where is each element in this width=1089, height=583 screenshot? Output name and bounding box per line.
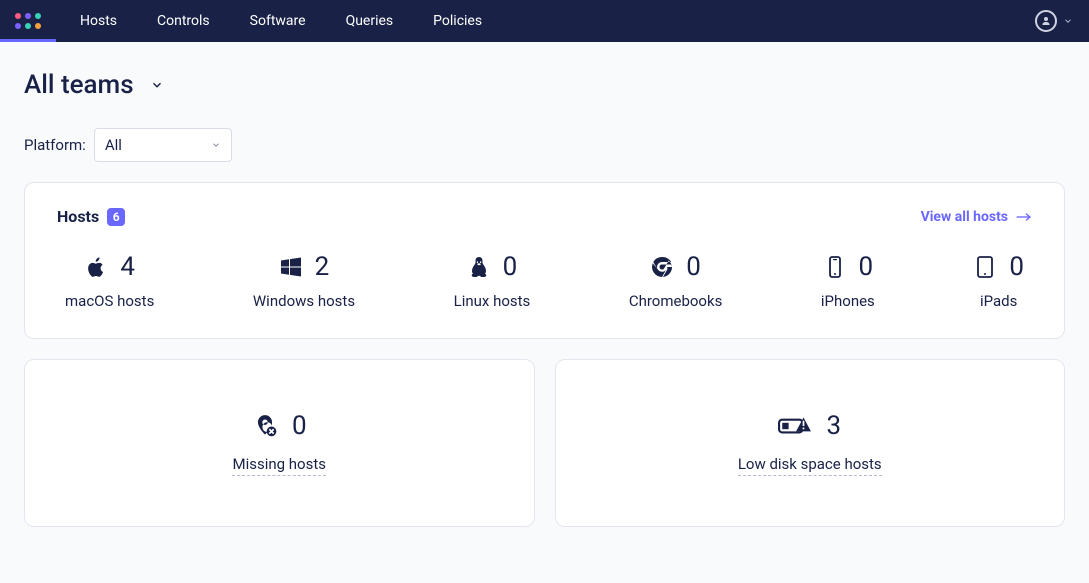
- top-nav: Hosts Controls Software Queries Policies: [0, 0, 1089, 42]
- missing-hosts-card[interactable]: 0 Missing hosts: [24, 359, 535, 527]
- low-disk-icon: [778, 413, 812, 439]
- platform-ipad[interactable]: 0 iPads: [973, 252, 1024, 310]
- platform-filter-label: Platform:: [24, 136, 86, 154]
- windows-icon: [279, 255, 303, 279]
- platform-filter-row: Platform: All: [24, 128, 1065, 162]
- hosts-card-title-wrap: Hosts 6: [57, 207, 125, 226]
- platform-chrome-count: 0: [686, 252, 701, 282]
- hosts-card-title: Hosts: [57, 207, 99, 226]
- platform-windows-count: 2: [315, 252, 330, 282]
- platform-iphone-count: 0: [859, 252, 874, 282]
- chevron-down-icon: [211, 140, 221, 150]
- missing-hosts-label: Missing hosts: [232, 455, 326, 476]
- hosts-card-header: Hosts 6 View all hosts: [57, 207, 1032, 226]
- platform-select-value: All: [105, 136, 122, 154]
- view-all-hosts-label: View all hosts: [921, 209, 1008, 225]
- logo-dot: [25, 23, 31, 29]
- linux-icon: [467, 255, 491, 279]
- platform-windows-label: Windows hosts: [253, 292, 355, 310]
- chevron-down-icon: [1063, 16, 1073, 26]
- platform-macos-label: macOS hosts: [65, 292, 154, 310]
- view-all-hosts-link[interactable]: View all hosts: [921, 209, 1032, 225]
- chrome-icon: [650, 255, 674, 279]
- platform-ipad-count: 0: [1009, 252, 1024, 282]
- platform-grid: 4 macOS hosts 2 Windows hosts: [57, 252, 1032, 310]
- team-selector[interactable]: All teams: [24, 70, 1065, 100]
- hosts-card: Hosts 6 View all hosts 4 macOS hosts: [24, 182, 1065, 339]
- low-disk-card[interactable]: 3 Low disk space hosts: [555, 359, 1066, 527]
- nav-software[interactable]: Software: [250, 13, 306, 29]
- page-title: All teams: [24, 70, 134, 100]
- nav-links: Hosts Controls Software Queries Policies: [56, 13, 1035, 29]
- logo-dot: [25, 13, 31, 19]
- platform-iphone[interactable]: 0 iPhones: [821, 252, 875, 310]
- nav-hosts[interactable]: Hosts: [80, 13, 117, 29]
- platform-chrome[interactable]: 0 Chromebooks: [629, 252, 723, 310]
- logo-dot: [15, 23, 21, 29]
- platform-iphone-label: iPhones: [821, 292, 875, 310]
- platform-linux[interactable]: 0 Linux hosts: [454, 252, 531, 310]
- platform-select[interactable]: All: [94, 128, 232, 162]
- low-disk-label: Low disk space hosts: [738, 455, 882, 476]
- platform-linux-count: 0: [503, 252, 518, 282]
- avatar-icon: [1035, 10, 1057, 32]
- nav-policies[interactable]: Policies: [433, 13, 482, 29]
- iphone-icon: [823, 255, 847, 279]
- logo-dots: [15, 13, 41, 29]
- user-menu[interactable]: [1035, 10, 1073, 32]
- hosts-total-badge: 6: [107, 208, 125, 226]
- missing-hosts-count: 0: [292, 411, 307, 441]
- platform-windows[interactable]: 2 Windows hosts: [253, 252, 355, 310]
- nav-controls[interactable]: Controls: [157, 13, 210, 29]
- arrow-right-icon: [1016, 211, 1032, 223]
- platform-macos[interactable]: 4 macOS hosts: [65, 252, 154, 310]
- low-disk-count: 3: [826, 411, 841, 441]
- ipad-icon: [973, 255, 997, 279]
- platform-linux-label: Linux hosts: [454, 292, 531, 310]
- chevron-down-icon: [150, 78, 164, 92]
- missing-host-icon: [252, 413, 278, 439]
- page-body: All teams Platform: All Hosts 6 View all…: [0, 42, 1089, 555]
- platform-chrome-label: Chromebooks: [629, 292, 723, 310]
- summary-cards: 0 Missing hosts 3 Low disk space hosts: [24, 359, 1065, 527]
- platform-macos-count: 4: [120, 252, 135, 282]
- logo-dot: [35, 13, 41, 19]
- apple-icon: [84, 255, 108, 279]
- logo[interactable]: [0, 0, 56, 42]
- platform-ipad-label: iPads: [980, 292, 1017, 310]
- logo-dot: [35, 23, 41, 29]
- logo-dot: [15, 13, 21, 19]
- nav-queries[interactable]: Queries: [346, 13, 394, 29]
